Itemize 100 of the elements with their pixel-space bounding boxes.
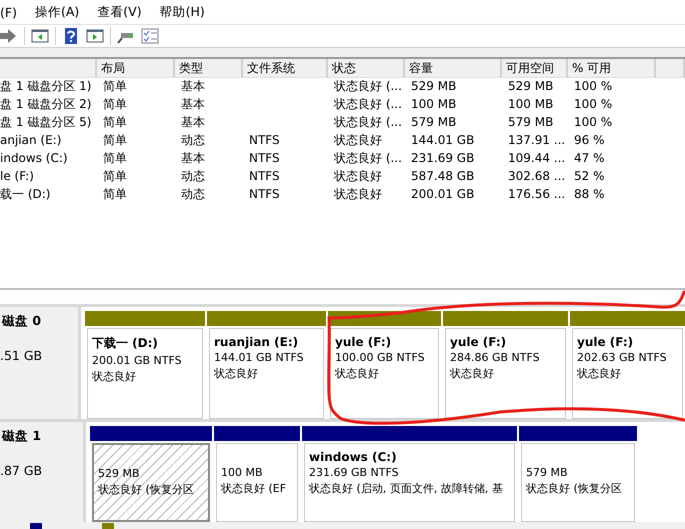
partition-title: 下载一 (D:)	[92, 335, 159, 352]
table-cell-text: 状态良好	[333, 168, 383, 185]
table-cell-text: 109.44 ...	[507, 150, 566, 167]
column-header[interactable]: 容量	[405, 59, 502, 78]
table-cell-text: 88 %	[573, 186, 606, 203]
partition-status: 状态良好	[92, 369, 136, 384]
table-cell-text: 简单	[102, 96, 128, 113]
partition-block[interactable]: windows (C:) 231.69 GB NTFS 状态良好 (启动, 页面文件, 故障转储, 基	[304, 443, 515, 522]
partition-status: 状态良好 (恢复分区	[526, 481, 622, 496]
menu-item[interactable]: 帮助(H)	[160, 4, 205, 20]
table-cell-text: 简单	[102, 168, 128, 185]
table-cell-text: 简单	[102, 78, 128, 95]
partition-status: 状态良好 (EF	[221, 481, 286, 496]
column-header[interactable]: % 可用	[568, 59, 656, 78]
partition-title: windows (C:)	[309, 450, 398, 464]
panel-icon[interactable]	[31, 28, 49, 44]
table-cell-text: 载一 (D:)	[0, 186, 52, 203]
table-cell-text: 100 MB	[410, 96, 458, 113]
table-cell-text: 状态良好 (...	[333, 114, 403, 131]
table-cell-text: 231.69 GB	[410, 150, 476, 167]
legend-swatch	[102, 523, 114, 529]
table-cell-text: 137.91 ...	[507, 132, 566, 149]
table-cell-text: 100 MB	[507, 96, 554, 113]
checklist-icon[interactable]	[141, 28, 159, 44]
partition-block[interactable]: yule (F:) 202.63 GB NTFS 状态良好	[572, 328, 683, 419]
table-cell-text: 587.48 GB	[410, 168, 476, 185]
partition-status: 状态良好 (启动, 页面文件, 故障转储, 基	[309, 481, 503, 496]
table-cell-text: 96 %	[573, 132, 606, 149]
menu-item[interactable]: 操作(A)	[34, 4, 80, 20]
partition-size: 100.00 GB NTFS	[335, 351, 425, 364]
partition-block[interactable]: ruanjian (E:) 144.01 GB NTFS 状态良好	[209, 328, 324, 419]
table-cell-text: 状态良好 (...	[333, 78, 403, 95]
partition-status: 状态良好	[577, 366, 621, 381]
partition-size: 579 MB	[526, 466, 568, 479]
partition-block[interactable]: 579 MB 状态良好 (恢复分区	[521, 443, 635, 522]
partition-size: 202.63 GB NTFS	[577, 351, 667, 364]
panel-icon[interactable]	[86, 28, 104, 44]
menu-item[interactable]: (F)	[0, 4, 17, 20]
table-cell-text: 简单	[102, 186, 128, 203]
table-cell-text: 302.68 ...	[507, 168, 566, 185]
table-cell-text: 盘 1 磁盘分区 1)	[0, 78, 92, 95]
table-cell-text: 100 %	[573, 96, 614, 113]
partition-title: yule (F:)	[450, 335, 508, 349]
table-cell-text: 基本	[180, 150, 206, 167]
partition-size: 200.01 GB NTFS	[92, 354, 182, 367]
table-cell-text: 529 MB	[507, 78, 554, 95]
table-cell-text: NTFS	[248, 186, 281, 203]
table-cell-text: 动态	[180, 186, 206, 203]
partition-size: 529 MB	[98, 467, 140, 480]
column-header[interactable]: 可用空间	[502, 59, 568, 78]
column-header[interactable]: 状态	[328, 59, 405, 78]
partition-title: yule (F:)	[335, 335, 392, 349]
menu-item[interactable]: 查看(V)	[97, 4, 142, 20]
partition-status: 状态良好	[450, 366, 494, 381]
table-cell-text: 状态良好 (...	[333, 150, 403, 167]
help-icon[interactable]	[62, 28, 80, 44]
partition-block[interactable]: 100 MB 状态良好 (EF	[216, 443, 298, 522]
partition-block[interactable]: yule (F:) 284.86 GB NTFS 状态良好	[445, 328, 566, 419]
column-header[interactable]: 类型	[175, 59, 243, 78]
table-cell-text: 状态良好	[333, 132, 383, 149]
table-cell-text: NTFS	[248, 168, 281, 185]
table-cell-text: 基本	[180, 114, 206, 131]
table-cell-text: 状态良好	[333, 186, 383, 203]
forward-arrow-icon[interactable]	[0, 28, 18, 44]
table-cell-text: 200.01 GB	[410, 186, 476, 203]
column-header[interactable]: 文件系统	[243, 59, 328, 78]
disk-name: 磁盘 1	[0, 428, 42, 445]
table-cell-text: 100 %	[573, 114, 614, 131]
table-cell-text: 47 %	[573, 150, 606, 167]
table-cell-text: 52 %	[573, 168, 606, 185]
table-cell-text: 529 MB	[410, 78, 458, 95]
partition-size: 284.86 GB NTFS	[450, 351, 540, 364]
table-cell-text: 状态良好 (...	[333, 96, 403, 113]
legend-swatch	[30, 523, 42, 529]
table-cell-text: le (F:)	[0, 168, 35, 185]
table-cell-text: 基本	[180, 78, 206, 95]
table-cell-text: 简单	[102, 150, 128, 167]
table-cell-text: 176.56 ...	[507, 186, 566, 203]
partition-block[interactable]: 529 MB 状态良好 (恢复分区	[92, 443, 210, 522]
column-header[interactable]: 布局	[97, 59, 175, 78]
table-cell-text: 基本	[180, 96, 206, 113]
table-cell-text: 盘 1 磁盘分区 2)	[0, 96, 92, 113]
table-cell-text: 盘 1 磁盘分区 5)	[0, 114, 92, 131]
table-cell-text: 简单	[102, 132, 128, 149]
table-cell-text: 简单	[102, 114, 128, 131]
partition-status: 状态良好 (恢复分区	[98, 482, 194, 497]
disk-size: .51 GB	[0, 348, 44, 363]
partition-status: 状态良好	[335, 366, 379, 381]
partition-size: 231.69 GB NTFS	[309, 466, 399, 479]
partition-status: 状态良好	[214, 366, 258, 381]
table-cell-text: 579 MB	[410, 114, 458, 131]
disk-name: 磁盘 0	[0, 313, 42, 330]
table-cell-text: 579 MB	[507, 114, 554, 131]
partition-block[interactable]: 下载一 (D:) 200.01 GB NTFS 状态良好	[87, 328, 203, 419]
table-cell-text: NTFS	[248, 132, 281, 149]
partition-size: 100 MB	[221, 466, 263, 479]
partition-block[interactable]: yule (F:) 100.00 GB NTFS 状态良好	[330, 328, 439, 419]
table-cell-text: 144.01 GB	[410, 132, 476, 149]
table-cell-text: 动态	[180, 132, 206, 149]
table-cell-text: 动态	[180, 168, 206, 185]
